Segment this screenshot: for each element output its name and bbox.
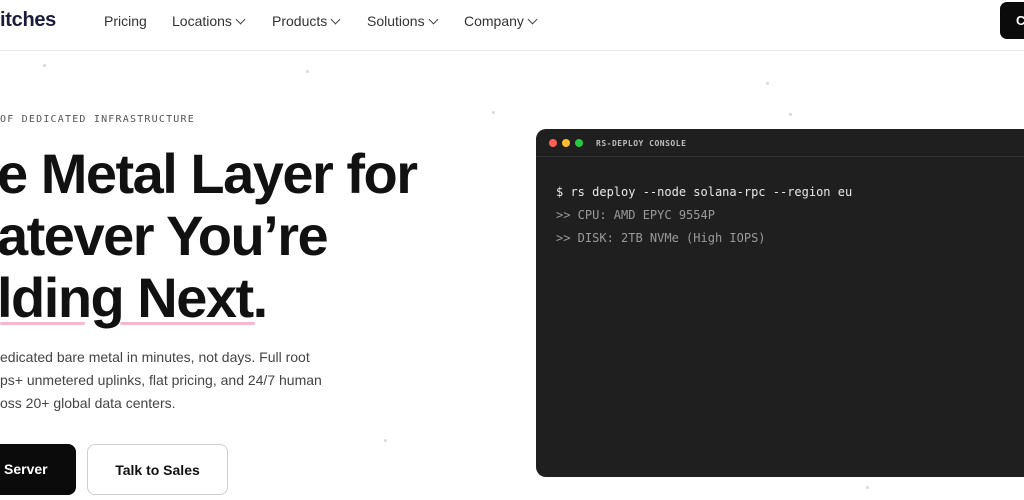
nav-item-label: Company xyxy=(464,13,524,29)
chevron-down-icon xyxy=(428,14,439,24)
description-line: edicated bare metal in minutes, not days… xyxy=(0,349,310,365)
decorative-dot xyxy=(384,439,387,442)
headline-underline xyxy=(120,322,255,325)
decorative-dot xyxy=(766,82,769,85)
nav-item-label: Products xyxy=(272,13,328,29)
deploy-server-button[interactable]: Server xyxy=(0,444,76,495)
decorative-dot xyxy=(43,64,46,67)
talk-to-sales-button[interactable]: Talk to Sales xyxy=(87,444,228,495)
nav-item-locations[interactable]: Locations xyxy=(172,13,246,29)
console-title-bar: RS-DEPLOY CONSOLE xyxy=(536,129,1024,157)
top-navigation-bar: itches Pricing Locations Products Soluti… xyxy=(0,0,1024,51)
description-line: ps+ unmetered uplinks, flat pricing, and… xyxy=(0,372,322,388)
nav-item-products[interactable]: Products xyxy=(272,13,341,29)
console-line: >> DISK: 2TB NVMe (High IOPS) xyxy=(556,231,766,245)
hero-headline: e Metal Layer for atever You’re lding Ne… xyxy=(0,142,418,329)
brand-logo[interactable]: itches xyxy=(0,9,56,32)
headline-line: e Metal Layer for xyxy=(0,142,418,205)
nav-item-label: Locations xyxy=(172,13,232,29)
hero-description: edicated bare metal in minutes, not days… xyxy=(0,346,340,415)
decorative-dot xyxy=(492,111,495,114)
console-title: RS-DEPLOY CONSOLE xyxy=(596,139,687,148)
headline-line: atever You’re xyxy=(0,204,329,267)
decorative-dot xyxy=(866,486,869,489)
console-line: >> CPU: AMD EPYC 9554P xyxy=(556,208,715,222)
chevron-down-icon xyxy=(330,14,341,24)
hero-eyebrow: OF DEDICATED INFRASTRUCTURE xyxy=(0,114,195,125)
header-cta-button[interactable]: C xyxy=(1000,2,1024,39)
console-output: $ rs deploy --node solana-rpc --region e… xyxy=(556,181,852,250)
nav-item-solutions[interactable]: Solutions xyxy=(367,13,439,29)
description-line: oss 20+ global data centers. xyxy=(0,395,176,411)
nav-item-company[interactable]: Company xyxy=(464,13,538,29)
nav-item-label: Solutions xyxy=(367,13,425,29)
headline-line: lding Next. xyxy=(0,266,268,329)
nav-item-pricing[interactable]: Pricing xyxy=(104,13,147,29)
decorative-dot xyxy=(306,70,309,73)
deploy-console: RS-DEPLOY CONSOLE $ rs deploy --node sol… xyxy=(536,129,1024,477)
close-dot-icon xyxy=(549,139,557,147)
decorative-dot xyxy=(789,113,792,116)
headline-underline xyxy=(0,322,85,325)
chevron-down-icon xyxy=(527,14,538,24)
maximize-dot-icon xyxy=(575,139,583,147)
minimize-dot-icon xyxy=(562,139,570,147)
chevron-down-icon xyxy=(235,14,246,24)
console-line: $ rs deploy --node solana-rpc --region e… xyxy=(556,185,853,199)
nav-item-label: Pricing xyxy=(104,13,147,29)
